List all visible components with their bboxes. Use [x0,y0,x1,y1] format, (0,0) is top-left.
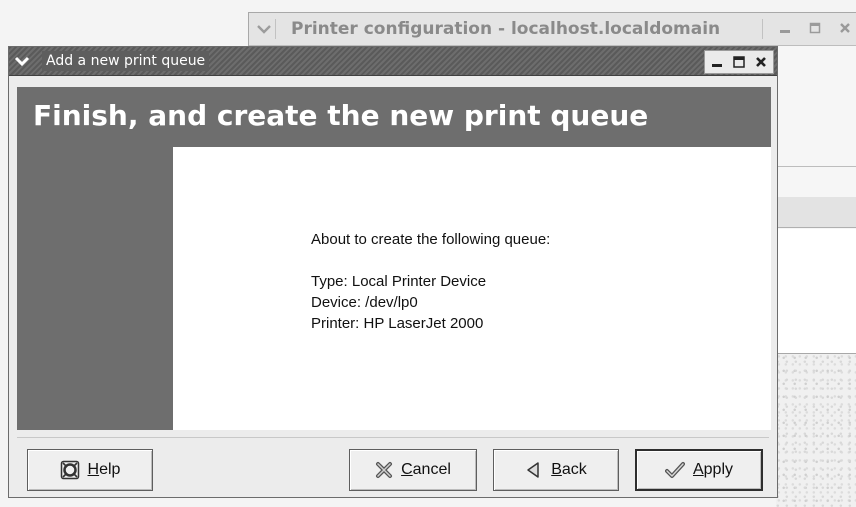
window-controls [704,50,774,74]
dialog-title: Add a new print queue [42,51,210,71]
help-button[interactable]: Help [27,449,153,491]
help-label: Help [87,461,121,478]
help-icon [60,460,80,480]
maximize-icon[interactable] [730,53,748,71]
cancel-icon [375,461,393,479]
banner-title: Finish, and create the new print queue [33,99,649,132]
background-window-title: Printer configuration - localhost.locald… [291,19,721,39]
summary-device: Device: /dev/lp0 [311,294,418,311]
summary-intro: About to create the following queue: [311,231,551,248]
window-menu-icon[interactable] [253,19,276,39]
window-menu-icon[interactable] [12,52,32,70]
close-icon[interactable] [839,21,851,39]
button-area-divider [17,437,769,438]
queue-summary: About to create the following queue: Typ… [311,229,550,334]
dialog-titlebar[interactable]: Add a new print queue [9,47,777,76]
minimize-icon[interactable] [779,21,791,39]
minimize-icon[interactable] [708,53,726,71]
back-arrow-icon [525,461,543,479]
druid-banner: Finish, and create the new print queue [17,87,771,147]
maximize-icon[interactable] [809,21,821,39]
cancel-label: Cancel [401,461,451,478]
checkmark-icon [664,461,685,479]
druid-side-panel [17,147,173,430]
apply-button[interactable]: Apply [635,449,763,491]
summary-panel: About to create the following queue: Typ… [173,147,771,430]
summary-type: Type: Local Printer Device [311,273,487,290]
titlebar-divider [762,19,763,39]
desktop-background [776,350,856,507]
add-print-queue-dialog: Add a new print queue Finish, and create… [8,46,778,498]
cancel-button[interactable]: Cancel [349,449,477,491]
back-button[interactable]: Back [493,449,619,491]
back-label: Back [551,461,587,478]
apply-label: Apply [692,461,734,478]
background-titlebar: Printer configuration - localhost.locald… [249,13,856,46]
summary-printer: Printer: HP LaserJet 2000 [311,315,484,332]
close-icon[interactable] [752,53,770,71]
